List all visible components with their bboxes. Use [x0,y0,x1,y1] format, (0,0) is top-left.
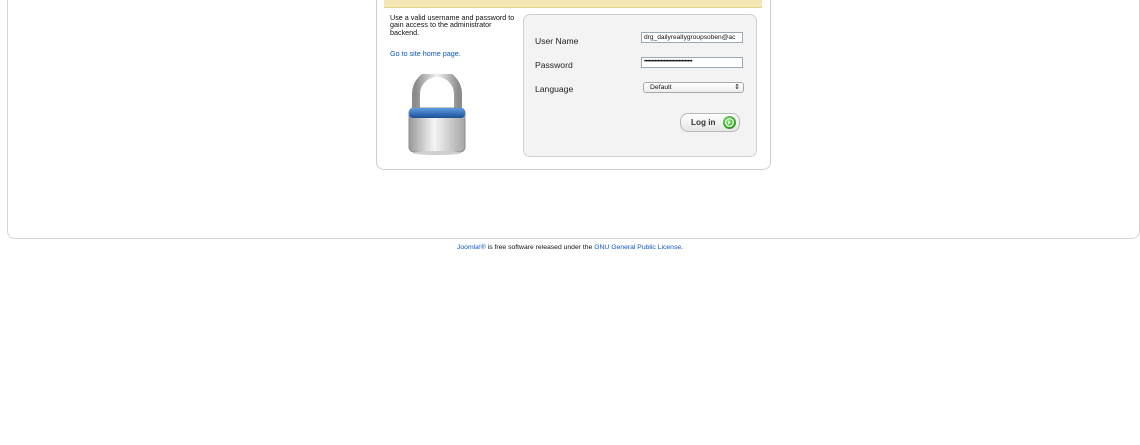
footer-text: is free software released under the [485,244,595,251]
password-input[interactable]: •••••••••••••••••••••••••••••••• [641,57,743,68]
footer-end: . [681,244,684,251]
arrow-right-circle-icon [723,116,736,129]
username-label: User Name [535,36,579,46]
site-home-link[interactable]: Go to site home page. [390,49,461,58]
gnu-license-link[interactable]: GNU General Public License [594,244,681,251]
help-text: Use a valid username and password to gai… [390,13,515,37]
padlock-icon [404,69,470,156]
username-input[interactable]: drg_dailyrealtygroupsoben@ac [641,32,743,43]
language-select[interactable]: Default ⇕ [643,82,744,93]
header-strip [384,0,762,8]
language-label: Language [535,84,574,94]
login-button-label: Log in [691,118,716,127]
password-label: Password [535,60,573,70]
footer: Joomla!® is free software released under… [0,244,1140,251]
double-chevron-icon: ⇕ [734,84,740,91]
language-selected-value: Default [650,84,672,91]
joomla-link[interactable]: Joomla!® [457,244,486,251]
login-button[interactable]: Log in [680,113,740,132]
